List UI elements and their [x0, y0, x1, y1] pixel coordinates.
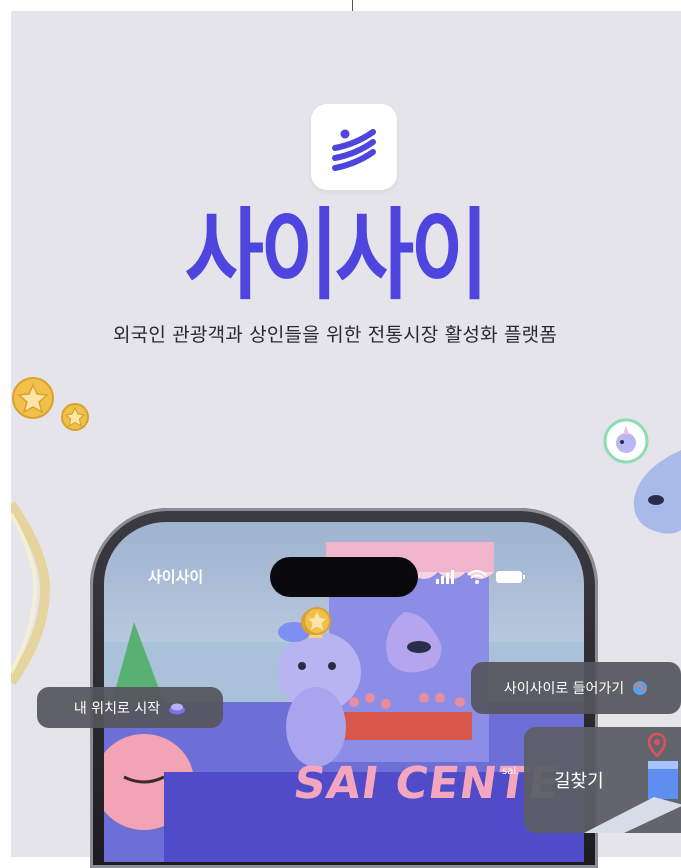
scene-small-sign: sai.	[502, 766, 520, 777]
brand-title: 사이사이	[184, 198, 489, 314]
start-from-location-button[interactable]: 내 위치로 시작	[37, 687, 223, 728]
crop-mark	[352, 0, 353, 11]
enter-saisai-button[interactable]: 사이사이로 들어가기	[471, 662, 681, 714]
app-logo-icon	[311, 104, 397, 190]
screen-title: 사이사이	[148, 568, 204, 586]
ring-icon	[11, 501, 51, 685]
wifi-icon	[467, 569, 487, 584]
wayfinding-button[interactable]: 길찾기	[524, 727, 681, 833]
tagline: 외국인 관광객과 상인들을 위한 전통시장 활성화 플랫폼	[112, 324, 558, 346]
map-route-icon	[584, 761, 681, 833]
dynamic-island	[270, 557, 418, 597]
blob-character-icon	[633, 450, 681, 534]
signal-icon	[436, 569, 454, 584]
scene-sign: SAI CENTE	[290, 758, 564, 809]
globe-icon	[633, 681, 648, 695]
star-coin-icon	[303, 607, 331, 635]
location-pin-icon	[648, 733, 666, 757]
button-icon	[169, 703, 186, 714]
start-from-location-label: 내 위치로 시작	[73, 700, 161, 717]
enter-saisai-label: 사이사이로 들어가기	[503, 681, 625, 697]
star-coin-icon	[61, 403, 89, 431]
battery-icon	[496, 570, 526, 583]
status-bar	[436, 566, 526, 585]
star-coin-icon	[12, 377, 54, 419]
